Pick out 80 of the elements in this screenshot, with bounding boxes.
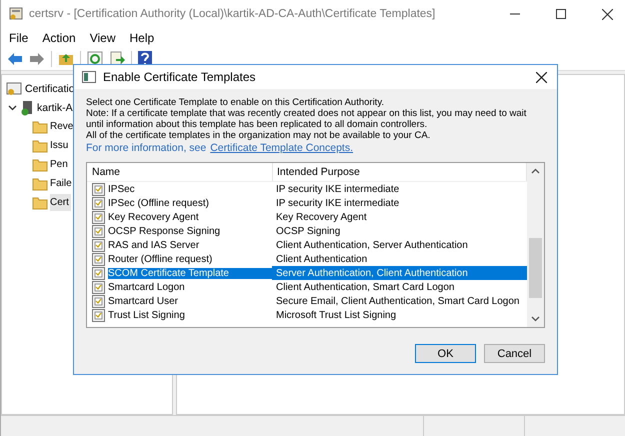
close-icon[interactable] <box>536 72 547 82</box>
tree-item[interactable]: Pen <box>50 156 70 173</box>
window-title: certsrv - [Certification Authority (Local)\kartik-AD-CA-Auth\Certificate Templates] <box>29 8 436 20</box>
dialog-button[interactable]: Cancel <box>484 344 545 363</box>
tree-item[interactable]: Issu <box>50 137 70 154</box>
chevron-icon[interactable] <box>8 103 17 112</box>
certificate-template-icon <box>92 238 105 252</box>
certificate-template-icon <box>92 196 105 210</box>
template-name: SCOM Certificate Template <box>108 268 272 278</box>
template-row[interactable]: Key Recovery Agent Key Recovery Agent <box>87 210 527 224</box>
menu-item[interactable]: File <box>9 31 28 45</box>
template-name: Smartcard User <box>108 296 180 306</box>
dialog-title: Enable Certificate Templates <box>103 70 256 84</box>
template-row[interactable]: SCOM Certificate Template Server Authentication, Client Authentication <box>87 266 527 280</box>
intended-purpose: Server Authentication, Client Authentication <box>272 266 527 280</box>
menu-item[interactable]: Action <box>42 31 76 45</box>
menu-item[interactable]: View <box>90 31 116 45</box>
app-icon <box>9 7 23 21</box>
folder-icon <box>32 138 48 152</box>
folder-icon <box>32 176 48 190</box>
template-row[interactable]: IPSec (Offline request) IP security IKE intermediate <box>87 196 527 210</box>
maximize-icon[interactable] <box>556 9 566 19</box>
intended-purpose: Microsoft Trust List Signing <box>275 308 398 322</box>
template-row[interactable]: Trust List Signing Microsoft Trust List Signing <box>87 308 527 322</box>
intended-purpose: IP security IKE intermediate <box>275 182 400 196</box>
instruction-text: Note: If a certificate template that was recently created does not appear on this list, you may need to wait until information about this template has been replicated to all domain controllers. <box>86 108 528 130</box>
close-icon[interactable] <box>602 8 613 20</box>
certificate-template-icon <box>92 308 105 322</box>
template-name: Smartcard Logon <box>108 282 186 292</box>
scrollbar[interactable] <box>527 163 544 327</box>
tree-item[interactable]: Cert <box>50 194 71 211</box>
intended-purpose: Key Recovery Agent <box>275 210 368 224</box>
menu-item[interactable]: Help <box>130 31 154 45</box>
certificate-template-icon <box>92 266 105 280</box>
certificate-template-icon <box>92 280 105 294</box>
intended-purpose: Client Authentication <box>275 252 368 266</box>
template-row[interactable]: Router (Offline request) Client Authentication <box>87 252 527 266</box>
template-row[interactable]: OCSP Response Signing OCSP Signing <box>87 224 527 238</box>
more-info-text: For more information, see <box>86 142 206 154</box>
concepts-link[interactable]: Certificate Template Concepts. <box>210 142 354 154</box>
template-name: IPSec (Offline request) <box>108 198 210 208</box>
intended-purpose: Secure Email, Client Authentication, Smart Card Logon <box>275 294 520 308</box>
certificate-template-icon <box>92 252 105 266</box>
template-name: OCSP Response Signing <box>108 226 222 236</box>
certificate-template-icon <box>92 294 105 308</box>
tree-item[interactable]: Certificatio <box>25 82 75 94</box>
template-row[interactable]: RAS and IAS Server Client Authentication, Server Authentication <box>87 238 527 252</box>
scroll-thumb[interactable] <box>529 238 542 298</box>
dialog-button[interactable]: OK <box>415 344 476 363</box>
instruction-text: Select one Certificate Template to enable on this Certification Authority. <box>86 97 386 108</box>
intended-purpose: IP security IKE intermediate <box>275 196 400 210</box>
certificate-authority-icon <box>6 80 22 96</box>
tree-item[interactable]: Reve <box>50 118 76 135</box>
server-icon <box>20 100 34 116</box>
template-row[interactable]: IPSec IP security IKE intermediate <box>87 182 527 196</box>
certificate-template-icon <box>92 224 105 238</box>
template-name: Key Recovery Agent <box>108 212 200 222</box>
column-header[interactable]: Name <box>87 163 272 181</box>
folder-icon <box>32 158 48 172</box>
intended-purpose: Client Authentication, Server Authentication <box>275 238 469 252</box>
template-name: IPSec <box>108 184 136 194</box>
folder-up-icon[interactable] <box>58 52 74 66</box>
back-icon[interactable] <box>7 52 23 66</box>
template-row[interactable]: Smartcard Logon Client Authentication, Smart Card Logon <box>87 280 527 294</box>
tree-item[interactable]: kartik-A <box>37 102 73 114</box>
intended-purpose: Client Authentication, Smart Card Logon <box>275 280 456 294</box>
instruction-text: All of the certificate templates in the organization may not be available to your CA. <box>86 130 432 141</box>
scroll-down-icon[interactable] <box>531 316 540 322</box>
certificate-template-icon <box>92 210 105 224</box>
folder-icon <box>32 196 48 210</box>
template-name: Trust List Signing <box>108 310 186 320</box>
template-name: Router (Offline request) <box>108 254 214 264</box>
dialog-icon <box>82 71 96 83</box>
forward-icon[interactable] <box>29 52 45 66</box>
folder-icon <box>32 120 48 134</box>
template-name: RAS and IAS Server <box>108 240 200 250</box>
scroll-up-icon[interactable] <box>531 168 540 174</box>
intended-purpose: OCSP Signing <box>275 224 342 238</box>
tree-item[interactable]: Faile <box>50 175 74 192</box>
template-row[interactable]: Smartcard User Secure Email, Client Authentication, Smart Card Logon <box>87 294 527 308</box>
